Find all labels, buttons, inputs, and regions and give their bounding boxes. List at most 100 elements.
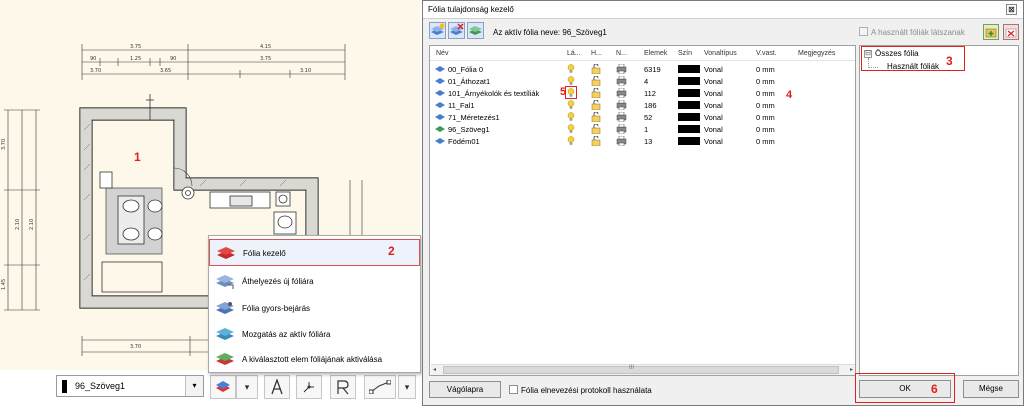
delete-folder-icon xyxy=(1005,28,1017,38)
printer-icon[interactable] xyxy=(616,64,627,74)
lock-icon[interactable] xyxy=(591,100,601,110)
column-header-elements[interactable]: Elemek xyxy=(644,50,667,57)
layer-icon xyxy=(435,66,445,72)
color-swatch[interactable] xyxy=(678,89,700,97)
color-swatch[interactable] xyxy=(678,137,700,145)
polyline-tool-dropdown[interactable]: ▾ xyxy=(398,375,416,399)
copy-to-clipboard-button[interactable]: Vágólapra xyxy=(429,381,501,398)
tree-badge: 3 xyxy=(946,54,953,68)
naming-protocol-checkbox[interactable] xyxy=(509,385,518,394)
element-count: 4 xyxy=(644,77,649,86)
bulb-icon[interactable] xyxy=(567,100,575,110)
menu-item-activate-selected-layer[interactable]: A kiválasztott elem fóliájának aktiválás… xyxy=(209,346,420,373)
menu-item-move-to-new-layer[interactable]: Áthelyezés új fóliára xyxy=(209,268,420,295)
svg-text:4.15: 4.15 xyxy=(260,44,271,50)
radius-tool-button[interactable] xyxy=(330,375,356,399)
table-row[interactable]: Födém01 13 Vonal 0 mm xyxy=(430,135,855,147)
color-swatch[interactable] xyxy=(678,113,700,121)
bulb-highlight xyxy=(565,86,577,99)
text-tool-button[interactable] xyxy=(264,375,290,399)
layer-name: 101_Árnyékolók és textíliák xyxy=(448,89,540,98)
column-header-comment[interactable]: Megjegyzés xyxy=(798,50,835,57)
element-count: 186 xyxy=(644,101,657,110)
lock-icon[interactable] xyxy=(591,76,601,86)
close-icon[interactable]: ⊠ xyxy=(1006,4,1017,15)
menu-item-move-to-active-layer[interactable]: Mozgatás az aktív fóliára xyxy=(209,321,420,348)
scroll-left-icon[interactable]: ◂ xyxy=(433,366,436,373)
bulb-icon[interactable] xyxy=(567,112,575,122)
layers-green-icon xyxy=(216,353,234,365)
linetype: Vonal xyxy=(704,77,723,86)
bulb-icon[interactable] xyxy=(567,124,575,134)
column-header-lock[interactable]: H... xyxy=(591,50,602,57)
menu-item-quick-walk[interactable]: Fólia gyors-bejárás xyxy=(209,295,420,322)
layer-icon xyxy=(435,138,445,144)
layer-add-icon xyxy=(431,23,445,35)
table-row[interactable]: 71_Méretezés1 52 Vonal 0 mm xyxy=(430,111,855,123)
column-header-print[interactable]: N... xyxy=(616,50,627,57)
linetype: Vonal xyxy=(704,113,723,122)
show-used-checkbox[interactable] xyxy=(859,27,868,36)
active-layer-value: 96_Szöveg1 xyxy=(75,381,126,391)
color-swatch[interactable] xyxy=(678,125,700,133)
active-layer-combo[interactable]: 96_Szöveg1 ▾ xyxy=(56,375,204,397)
point-tool-button[interactable] xyxy=(296,375,322,399)
color-swatch[interactable] xyxy=(678,65,700,73)
new-layer-button[interactable] xyxy=(429,22,446,39)
lock-icon[interactable] xyxy=(591,136,601,146)
printer-icon[interactable] xyxy=(616,76,627,86)
table-row[interactable]: 96_Szöveg1 1 Vonal 0 mm xyxy=(430,123,855,135)
layer-settings-button[interactable] xyxy=(467,22,484,39)
column-header-linetype[interactable]: Vonaltípus xyxy=(704,50,737,57)
layer-tree[interactable]: ⊟ Összes fólia Használt fóliák 3 xyxy=(859,45,1019,376)
layer-list[interactable]: Név Lá... H... N... Elemek Szín Vonaltíp… xyxy=(429,45,856,376)
layers-blue-icon xyxy=(216,328,234,340)
layer-icon xyxy=(435,114,445,120)
table-row[interactable]: 00_Fólia 0 6319 Vonal 0 mm xyxy=(430,63,855,75)
bulb-icon[interactable] xyxy=(567,64,575,74)
menu-item-label: Fólia kezelő xyxy=(243,249,286,258)
cancel-button[interactable]: Mégse xyxy=(963,380,1019,398)
bulb-icon[interactable] xyxy=(567,76,575,86)
chevron-down-icon[interactable]: ▾ xyxy=(185,376,203,396)
printer-icon[interactable] xyxy=(616,136,627,146)
lock-icon[interactable] xyxy=(591,112,601,122)
column-header-name[interactable]: Név xyxy=(436,50,448,57)
menu-item-label: Fólia gyors-bejárás xyxy=(242,304,311,313)
printer-icon[interactable] xyxy=(616,88,627,98)
layer-icon xyxy=(435,102,445,108)
column-header-visible[interactable]: Lá... xyxy=(567,50,581,57)
dialog-titlebar[interactable]: Fólia tulajdonság kezelő ⊠ xyxy=(423,1,1023,19)
svg-text:3.70: 3.70 xyxy=(90,68,101,74)
table-row[interactable]: 01_Áthozat1 4 Vonal 0 mm xyxy=(430,75,855,87)
layer-color-swatch xyxy=(62,380,67,393)
lock-icon[interactable] xyxy=(591,64,601,74)
svg-text:3.10: 3.10 xyxy=(300,68,311,74)
layer-delete-icon xyxy=(450,23,464,35)
column-header-color[interactable]: Szín xyxy=(678,50,692,57)
color-swatch[interactable] xyxy=(678,101,700,109)
layers-tool-button[interactable] xyxy=(210,375,236,399)
element-count: 13 xyxy=(644,137,653,146)
color-swatch[interactable] xyxy=(678,77,700,85)
printer-icon[interactable] xyxy=(616,100,627,110)
scroll-right-icon[interactable]: ▸ xyxy=(850,366,853,373)
delete-layer-button[interactable] xyxy=(448,22,465,39)
menu-item-label: Áthelyezés új fóliára xyxy=(242,277,314,286)
bulb-icon[interactable] xyxy=(567,136,575,146)
tree-delete-button[interactable] xyxy=(1003,24,1019,40)
scrollbar-thumb[interactable] xyxy=(443,366,839,374)
linetype: Vonal xyxy=(704,137,723,146)
column-header-lineweight[interactable]: V.vast. xyxy=(756,50,777,57)
text-a-icon xyxy=(271,378,283,395)
linetype: Vonal xyxy=(704,89,723,98)
printer-icon[interactable] xyxy=(616,112,627,122)
element-count: 52 xyxy=(644,113,653,122)
polyline-tool-button[interactable] xyxy=(364,375,396,399)
printer-icon[interactable] xyxy=(616,124,627,134)
horizontal-scrollbar[interactable]: ◂ III ▸ xyxy=(431,364,855,375)
lock-icon[interactable] xyxy=(591,124,601,134)
lock-icon[interactable] xyxy=(591,88,601,98)
tree-add-button[interactable] xyxy=(983,24,999,40)
layers-tool-dropdown[interactable]: ▾ xyxy=(236,375,258,399)
